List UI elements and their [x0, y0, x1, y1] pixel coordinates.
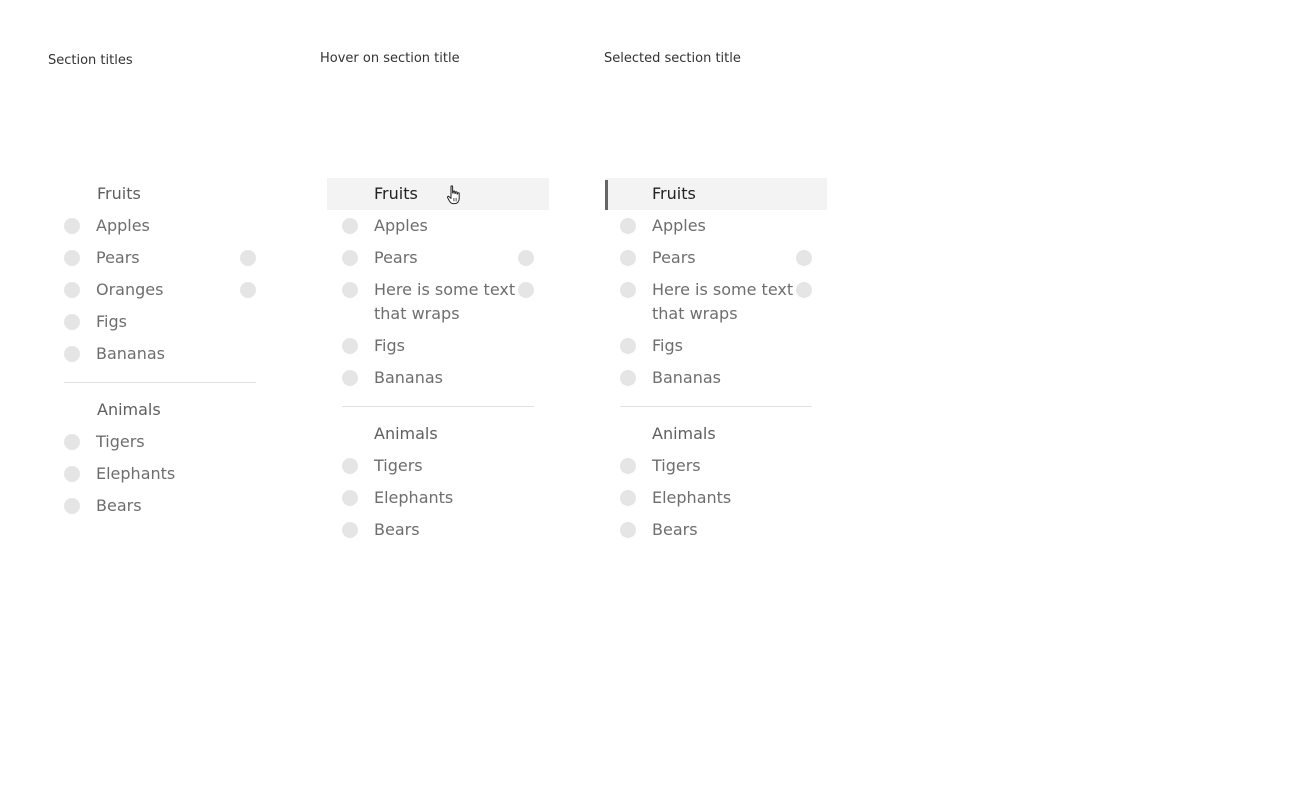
- list-item[interactable]: Elephants: [342, 482, 534, 514]
- list-item[interactable]: Pears: [620, 242, 812, 274]
- list-item-label: Apples: [96, 216, 150, 235]
- section-title-animals[interactable]: Animals: [327, 418, 549, 450]
- list-item-label: Pears: [652, 248, 696, 267]
- circle-icon: [518, 250, 534, 266]
- circle-icon: [796, 250, 812, 266]
- section-list-default: Fruits Apples Pears Oranges Figs Bananas…: [49, 178, 271, 522]
- list-item-label: Bananas: [374, 368, 444, 387]
- list-item-label: Bears: [96, 496, 142, 515]
- circle-icon: [620, 490, 636, 506]
- section-list-selected: Fruits Apples Pears Here is some text th…: [605, 178, 827, 546]
- list-item[interactable]: Oranges: [64, 274, 256, 306]
- list-item[interactable]: Elephants: [620, 482, 812, 514]
- circle-icon: [620, 282, 636, 298]
- list-item-label: Figs: [374, 336, 405, 355]
- list-item-label: Oranges: [96, 280, 164, 299]
- circle-icon: [64, 250, 80, 266]
- divider: [620, 406, 812, 407]
- circle-icon: [240, 250, 256, 266]
- list-item-label: Elephants: [96, 464, 176, 483]
- circle-icon: [64, 346, 80, 362]
- circle-icon: [64, 466, 80, 482]
- list-item-label: Bears: [652, 520, 698, 539]
- list-item-label: Here is some text that wraps: [652, 280, 794, 323]
- list-item[interactable]: Pears: [342, 242, 534, 274]
- column-label-selected: Selected section title: [604, 51, 741, 66]
- section-title-animals[interactable]: Animals: [605, 418, 827, 450]
- column-label-hover: Hover on section title: [320, 51, 460, 66]
- circle-icon: [620, 218, 636, 234]
- circle-icon: [342, 338, 358, 354]
- circle-icon: [342, 370, 358, 386]
- list-item-label: Tigers: [652, 456, 701, 475]
- circle-icon: [342, 282, 358, 298]
- circle-icon: [342, 522, 358, 538]
- list-item[interactable]: Tigers: [64, 426, 256, 458]
- list-item[interactable]: Tigers: [342, 450, 534, 482]
- list-item-label: Tigers: [374, 456, 423, 475]
- list-item[interactable]: Bears: [342, 514, 534, 546]
- circle-icon: [64, 282, 80, 298]
- circle-icon: [342, 490, 358, 506]
- list-item[interactable]: Bananas: [342, 362, 534, 394]
- list-item[interactable]: Tigers: [620, 450, 812, 482]
- list-item[interactable]: Elephants: [64, 458, 256, 490]
- circle-icon: [620, 522, 636, 538]
- list-item-label: Bananas: [96, 344, 166, 363]
- list-item[interactable]: Pears: [64, 242, 256, 274]
- list-item[interactable]: Bananas: [620, 362, 812, 394]
- circle-icon: [796, 282, 812, 298]
- list-item-label: Figs: [96, 312, 127, 331]
- circle-icon: [620, 370, 636, 386]
- list-item[interactable]: Bananas: [64, 338, 256, 370]
- section-title-fruits[interactable]: Fruits: [49, 178, 271, 210]
- list-item[interactable]: Figs: [64, 306, 256, 338]
- list-item[interactable]: Here is some text that wraps: [342, 274, 534, 330]
- circle-icon: [620, 458, 636, 474]
- circle-icon: [518, 282, 534, 298]
- circle-icon: [620, 338, 636, 354]
- list-item-label: Apples: [374, 216, 428, 235]
- list-item-label: Here is some text that wraps: [374, 280, 516, 323]
- section-title-fruits[interactable]: Fruits: [605, 178, 827, 210]
- list-item-label: Elephants: [374, 488, 454, 507]
- section-title-animals[interactable]: Animals: [49, 394, 271, 426]
- list-item[interactable]: Bears: [64, 490, 256, 522]
- list-item-label: Bananas: [652, 368, 722, 387]
- list-item[interactable]: Here is some text that wraps: [620, 274, 812, 330]
- circle-icon: [620, 250, 636, 266]
- section-title-fruits[interactable]: Fruits: [327, 178, 549, 210]
- divider: [342, 406, 534, 407]
- circle-icon: [342, 458, 358, 474]
- list-item[interactable]: Apples: [64, 210, 256, 242]
- circle-icon: [64, 434, 80, 450]
- list-item-label: Bears: [374, 520, 420, 539]
- list-item-label: Figs: [652, 336, 683, 355]
- circle-icon: [64, 218, 80, 234]
- list-item-label: Pears: [96, 248, 140, 267]
- list-item[interactable]: Apples: [342, 210, 534, 242]
- list-item-label: Apples: [652, 216, 706, 235]
- hand-pointer-icon: [446, 185, 460, 205]
- circle-icon: [64, 314, 80, 330]
- list-item-label: Tigers: [96, 432, 145, 451]
- circle-icon: [240, 282, 256, 298]
- circle-icon: [342, 250, 358, 266]
- column-label-section-titles: Section titles: [48, 53, 133, 68]
- circle-icon: [342, 218, 358, 234]
- list-item[interactable]: Figs: [342, 330, 534, 362]
- circle-icon: [64, 498, 80, 514]
- list-item[interactable]: Apples: [620, 210, 812, 242]
- list-item[interactable]: Figs: [620, 330, 812, 362]
- list-item[interactable]: Bears: [620, 514, 812, 546]
- list-item-label: Elephants: [652, 488, 732, 507]
- section-list-hover: Fruits Apples Pears Here is some text th…: [327, 178, 549, 546]
- divider: [64, 382, 256, 383]
- list-item-label: Pears: [374, 248, 418, 267]
